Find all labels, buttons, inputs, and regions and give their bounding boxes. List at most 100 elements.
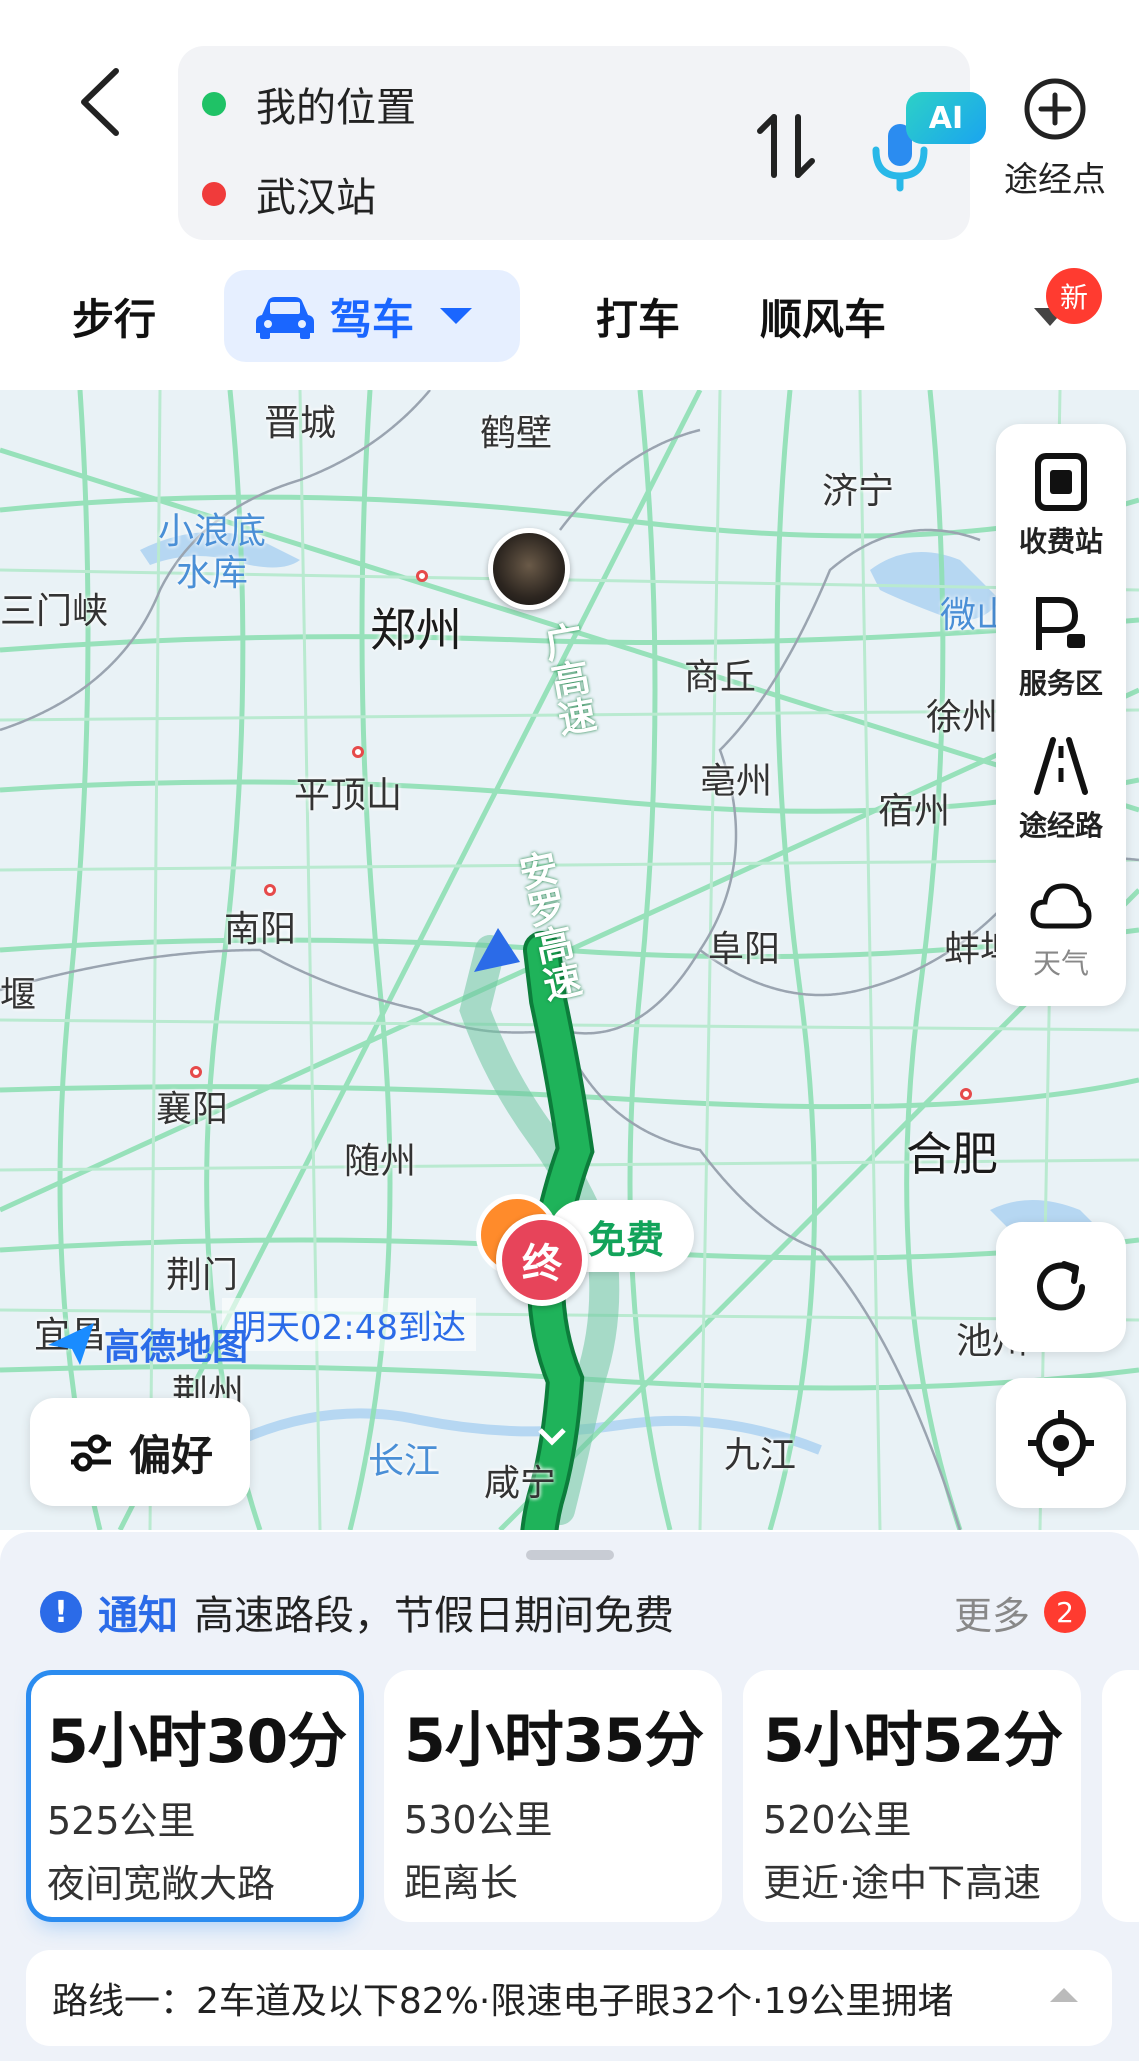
tab-ride-share[interactable]: 顺风车: [760, 270, 886, 362]
arrival-time-label: 明天02:48到达: [222, 1298, 476, 1351]
city-label: 宿州: [878, 791, 951, 832]
route-option-card[interactable]: 5小时30分 525公里 夜间宽敞大路: [26, 1670, 364, 1922]
amap-logo-icon: [48, 1323, 94, 1365]
city-label: 平顶山: [294, 775, 403, 816]
notice-tag: 通知: [98, 1593, 178, 1639]
water-label: 长江: [368, 1441, 441, 1482]
city-label: 随州: [344, 1141, 417, 1182]
back-button[interactable]: [70, 62, 130, 142]
weather-label: 天气: [1032, 947, 1089, 980]
water-label: 水库: [176, 553, 249, 594]
service-area-icon: [1036, 597, 1085, 650]
destination-dot: [202, 182, 226, 206]
city-label: 堰: [0, 975, 37, 1016]
city-label: 晋城: [264, 403, 337, 444]
swap-arrows-icon: [757, 114, 815, 178]
weather-button[interactable]: 天气: [996, 878, 1126, 1018]
tab-drive-label: 驾车: [330, 294, 415, 344]
ai-voice-button[interactable]: AI: [848, 86, 986, 196]
route-duration: 5小时52分: [763, 1706, 1063, 1776]
route-description: 距离长: [404, 1861, 519, 1905]
route-option-card[interactable]: 5小时35分 530公里 距离长: [384, 1670, 722, 1922]
destination-marker: 终: [496, 1214, 588, 1306]
plus-circle-icon: [1024, 78, 1086, 140]
service-area-button[interactable]: 服务区: [996, 594, 1126, 734]
caret-down-icon: [440, 308, 473, 324]
tab-walk[interactable]: 步行: [72, 270, 156, 362]
notice-message: 高速路段，节假日期间免费: [194, 1593, 674, 1639]
route-option-card[interactable]: 5小时52分 520公里 更近·途中下高速: [743, 1670, 1081, 1922]
route-summary-text: 路线一：2车道及以下82%·限速电子眼32个·19公里拥堵: [52, 1981, 954, 2022]
city-label: 阜阳: [708, 929, 781, 970]
city-label: 鹤壁: [480, 413, 553, 454]
city-label: 襄阳: [156, 1089, 229, 1130]
origin-dot: [202, 92, 226, 116]
road-icon: [1034, 737, 1088, 795]
tab-taxi[interactable]: 打车: [596, 270, 680, 362]
travel-mode-tabs: 步行 驾车 打车 顺风车: [0, 270, 1139, 370]
ai-badge: AI: [906, 92, 986, 144]
map-tools-panel: 收费站 服务区 途经路 天气: [996, 424, 1126, 1006]
city-label: 荆门: [166, 1255, 239, 1296]
city-label: 咸宁: [484, 1463, 557, 1504]
city-label: 济宁: [822, 471, 895, 512]
capital-marker: [416, 570, 428, 582]
caret-up-icon: [1050, 1988, 1078, 2002]
via-road-button[interactable]: 途经路: [996, 736, 1126, 876]
origin-label: 我的位置: [256, 85, 416, 131]
toll-station-icon: [1035, 453, 1087, 511]
city-marker: [190, 1066, 202, 1078]
notice-more-link[interactable]: 更多: [954, 1585, 1030, 1640]
route-option-card-partial[interactable]: [1102, 1670, 1139, 1922]
city-label: 郑州: [370, 603, 462, 657]
info-icon: !: [40, 1591, 82, 1633]
route-distance: 525公里: [47, 1799, 196, 1843]
route-input-box: 我的位置 武汉站 AI: [178, 46, 986, 240]
route-duration: 5小时30分: [47, 1707, 347, 1777]
route-description: 更近·途中下高速: [763, 1861, 1042, 1905]
route-summary-bar[interactable]: 路线一：2车道及以下82%·限速电子眼32个·19公里拥堵: [26, 1950, 1112, 2046]
car-icon: [256, 297, 314, 339]
origin-field[interactable]: 我的位置: [178, 64, 416, 144]
capital-marker: [960, 1088, 972, 1100]
navigation-route-screen: 我的位置 武汉站 AI 途经点 步行 驾车 打车 顺风车 新 晋城 鹤壁 济宁 …: [0, 0, 1139, 2061]
toll-station-button[interactable]: 收费站: [996, 452, 1126, 592]
city-label: 合肥: [906, 1127, 998, 1181]
add-waypoint-button[interactable]: 途经点: [990, 76, 1120, 206]
sheet-drag-handle[interactable]: [526, 1550, 614, 1560]
user-avatar: [488, 528, 570, 610]
preference-label: 偏好: [128, 1430, 213, 1480]
city-label: 三门峡: [0, 591, 109, 632]
city-marker: [264, 884, 276, 896]
route-distance: 530公里: [404, 1798, 553, 1842]
amap-logo-text: 高德地图: [104, 1327, 249, 1368]
route-duration: 5小时35分: [404, 1706, 704, 1776]
refresh-icon: [1037, 1261, 1085, 1311]
amap-logo: 高德地图: [44, 1316, 248, 1372]
city-label: 九江: [724, 1435, 797, 1476]
new-badge: 新: [1046, 268, 1102, 324]
toll-station-label: 收费站: [1018, 525, 1103, 558]
city-label: 徐州: [926, 697, 999, 738]
route-description: 夜间宽敞大路: [47, 1862, 276, 1906]
preference-button[interactable]: 偏好: [30, 1398, 250, 1506]
route-distance: 520公里: [763, 1798, 912, 1842]
swap-button[interactable]: [748, 104, 824, 188]
city-label: 商丘: [684, 657, 757, 698]
city-label: 南阳: [224, 909, 297, 950]
tab-drive[interactable]: 驾车: [224, 270, 520, 362]
city-label: 亳州: [700, 761, 773, 802]
locate-me-button[interactable]: [996, 1378, 1126, 1508]
sliders-icon: [70, 1434, 111, 1472]
refresh-route-button[interactable]: [996, 1222, 1126, 1352]
crosshair-icon: [1028, 1410, 1094, 1476]
cloud-icon: [1030, 883, 1092, 929]
destination-field[interactable]: 武汉站: [178, 154, 376, 234]
destination-label: 武汉站: [256, 175, 376, 221]
service-area-label: 服务区: [1018, 667, 1103, 700]
notice-count-badge: 2: [1044, 1591, 1086, 1633]
via-road-label: 途经路: [1018, 809, 1103, 842]
waypoint-label: 途经点: [1004, 160, 1106, 200]
notice-bar[interactable]: ! 通知 高速路段，节假日期间免费 更多 2: [40, 1576, 1100, 1648]
chevron-left-icon: [81, 68, 119, 136]
